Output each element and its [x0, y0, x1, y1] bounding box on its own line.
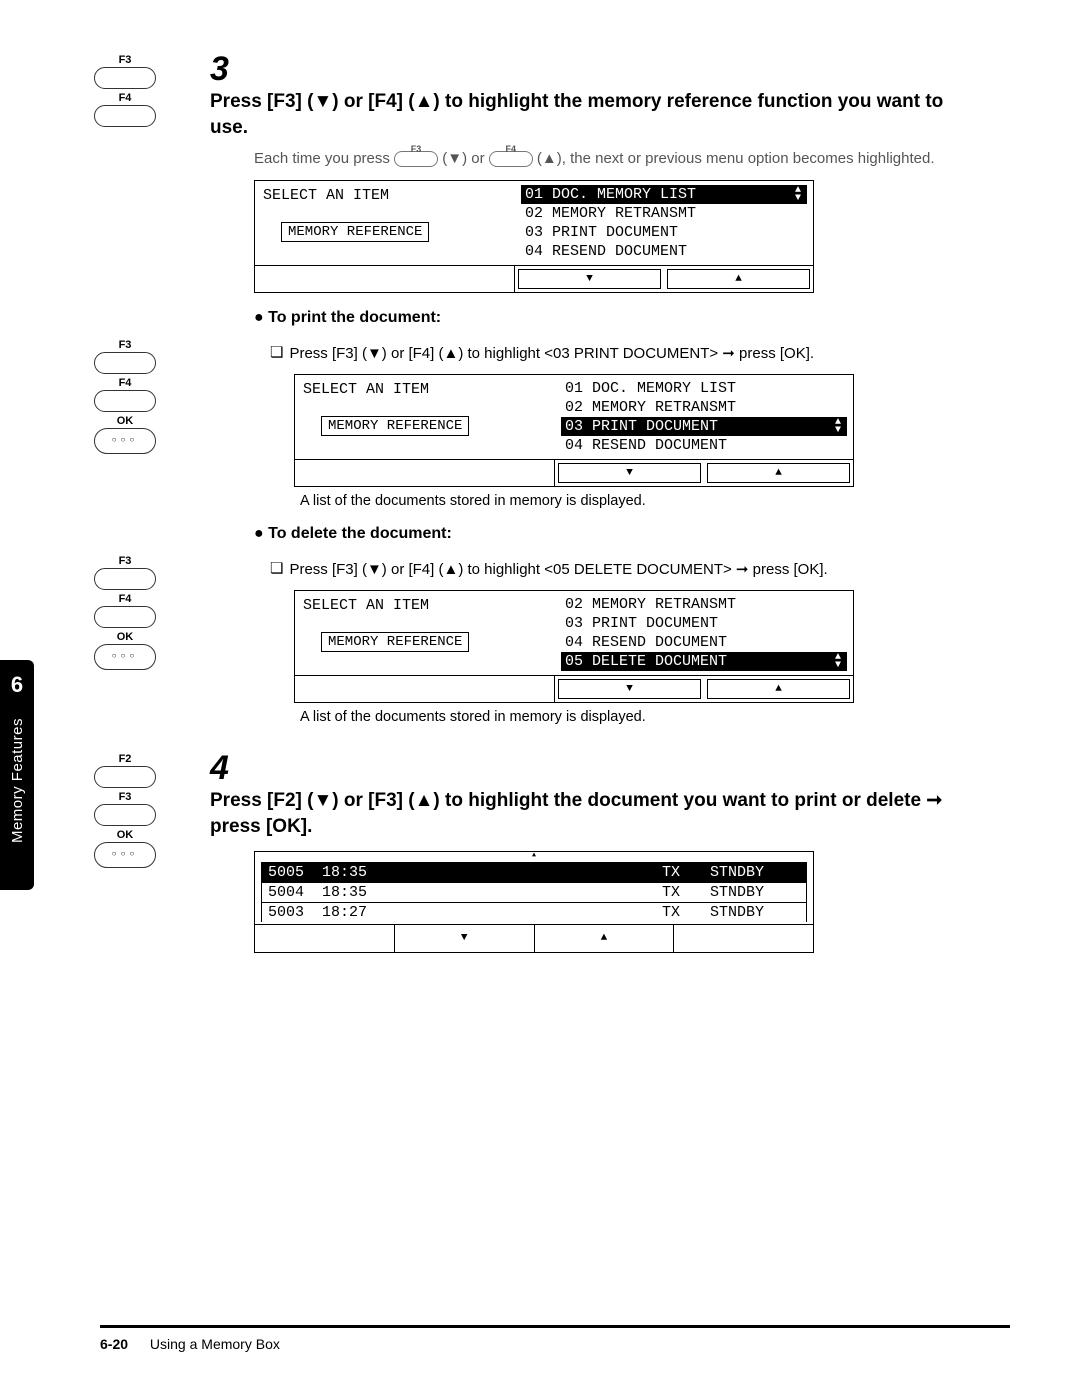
up-arrow-icon: ▲: [535, 925, 675, 952]
down-arrow-icon: ▼: [395, 925, 535, 952]
step-body: Each time you press F3 (▼) or F4 (▲), th…: [254, 148, 1010, 170]
page-footer: 6-20 Using a Memory Box: [100, 1325, 1010, 1352]
chapter-number: 6: [11, 672, 23, 698]
inline-key-f4: F4: [489, 151, 533, 167]
list-row: 5005 18:35 TX STNDBY: [261, 862, 807, 883]
lcd-menu-item: 01 DOC. MEMORY LIST▲▼: [521, 185, 807, 204]
chapter-tab: 6 Memory Features: [0, 660, 34, 890]
key-ok: OK○○○: [94, 829, 156, 868]
print-heading: To print the document:: [254, 309, 1010, 327]
lcd-menu-item: 04 RESEND DOCUMENT: [561, 436, 847, 455]
up-arrow-icon: ▲: [667, 269, 810, 289]
list-row: 5004 18:35 TX STNDBY: [261, 883, 807, 903]
lcd-menu-item: 05 DELETE DOCUMENT▲▼: [561, 652, 847, 671]
down-arrow-icon: ▼: [518, 269, 661, 289]
print-step-text: Press [F3] (▼) or [F4] (▲) to highlight …: [289, 343, 1010, 364]
lcd-menu-item: 03 PRINT DOCUMENT▲▼: [561, 417, 847, 436]
checkbox-bullet-icon: ❏: [270, 343, 283, 364]
lcd-menu-item: 04 RESEND DOCUMENT: [521, 242, 807, 261]
lcd-select-label: SELECT AN ITEM: [263, 187, 507, 204]
key-f4: F4: [94, 92, 156, 127]
key-f3: F3: [94, 791, 156, 826]
lcd-document-list: ▴ 5005 18:35 TX STNDBY 5004 18:35 TX STN…: [254, 851, 814, 953]
checkbox-bullet-icon: ❏: [270, 559, 283, 580]
up-arrow-icon: ▲: [707, 679, 850, 699]
key-f2: F2: [94, 753, 156, 788]
lcd-screen-3: SELECT AN ITEM MEMORY REFERENCE 02 MEMOR…: [294, 590, 854, 703]
step-number: 4: [210, 749, 229, 788]
key-f3-label: F3: [94, 54, 156, 66]
delete-step-text: Press [F3] (▼) or [F4] (▲) to highlight …: [289, 559, 1010, 580]
chapter-label: Memory Features: [9, 718, 26, 843]
lcd-screen-2: SELECT AN ITEM MEMORY REFERENCE 01 DOC. …: [294, 374, 854, 487]
page-number: 6-20: [100, 1336, 128, 1352]
up-arrow-icon: ▲: [707, 463, 850, 483]
footer-title: Using a Memory Box: [150, 1336, 280, 1352]
lcd-memref-label: MEMORY REFERENCE: [281, 222, 429, 242]
lcd-menu-item: 01 DOC. MEMORY LIST: [561, 379, 847, 398]
caption-text: A list of the documents stored in memory…: [300, 709, 1010, 725]
lcd-menu-item: 02 MEMORY RETRANSMT: [521, 204, 807, 223]
caption-text: A list of the documents stored in memory…: [300, 493, 1010, 509]
lcd-menu-item: 02 MEMORY RETRANSMT: [561, 398, 847, 417]
inline-key-f3: F3: [394, 151, 438, 167]
key-f3: F3: [94, 339, 156, 374]
lcd-menu-item: 03 PRINT DOCUMENT: [561, 614, 847, 633]
down-arrow-icon: ▼: [558, 679, 701, 699]
list-row: 5003 18:27 TX STNDBY: [261, 903, 807, 922]
lcd-menu-item: 02 MEMORY RETRANSMT: [561, 595, 847, 614]
key-ok: OK○○○: [94, 631, 156, 670]
up-arrow-icon: ▴: [255, 852, 813, 862]
delete-heading: To delete the document:: [254, 525, 1010, 543]
key-f3: F3: [94, 54, 156, 89]
lcd-screen-1: SELECT AN ITEM MEMORY REFERENCE 01 DOC. …: [254, 180, 814, 293]
step-number: 3: [210, 50, 229, 89]
key-f4: F4: [94, 593, 156, 628]
key-ok: OK○○○: [94, 415, 156, 454]
lcd-menu-item: 04 RESEND DOCUMENT: [561, 633, 847, 652]
step-title: Press [F2] (▼) or [F3] (▲) to highlight …: [210, 788, 980, 839]
down-arrow-icon: ▼: [558, 463, 701, 483]
key-f4: F4: [94, 377, 156, 412]
lcd-menu-item: 03 PRINT DOCUMENT: [521, 223, 807, 242]
key-f4-label: F4: [94, 92, 156, 104]
step-title: Press [F3] (▼) or [F4] (▲) to highlight …: [210, 89, 980, 140]
key-f3: F3: [94, 555, 156, 590]
